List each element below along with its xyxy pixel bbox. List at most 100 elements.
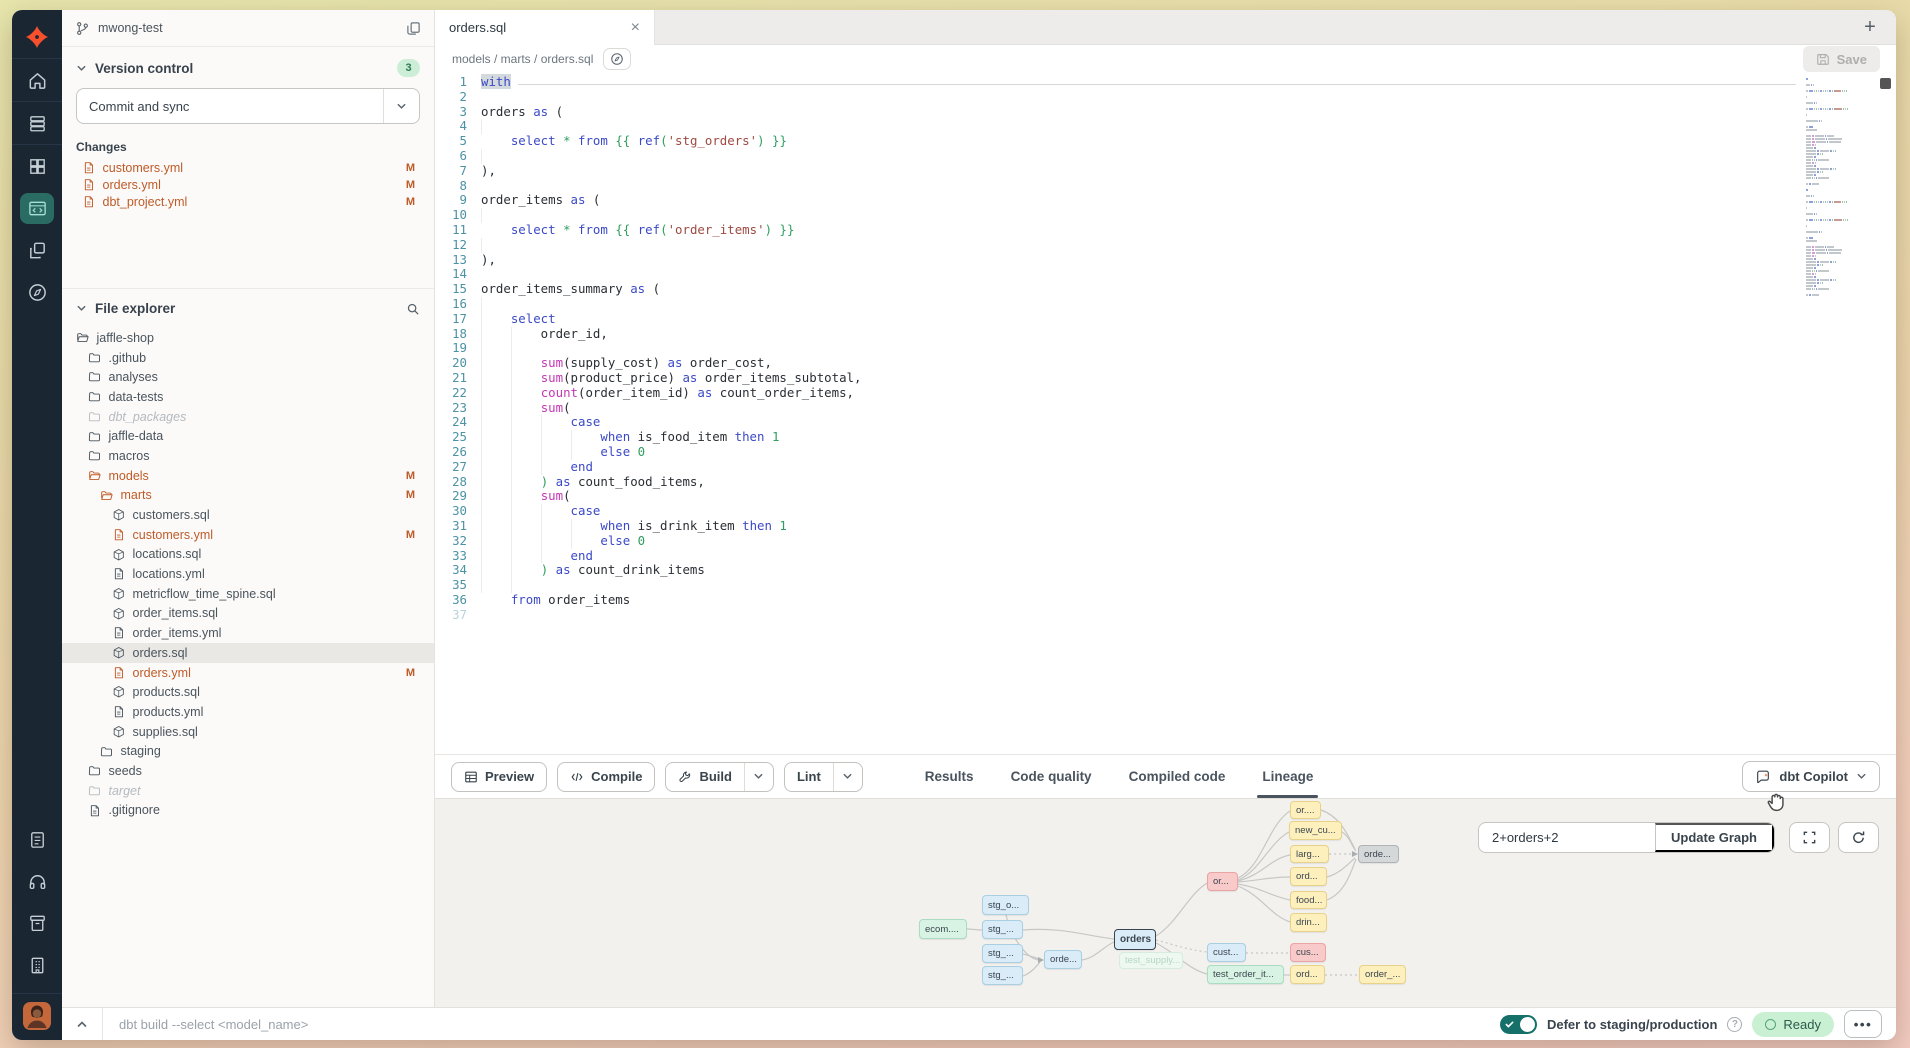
changed-file-dbt_project.yml[interactable]: dbt_project.ymlM: [62, 193, 434, 210]
tree-item-order_items.yml[interactable]: order_items.yml: [62, 623, 434, 643]
tab-compiled-code[interactable]: Compiled code: [1129, 755, 1226, 798]
version-control-header[interactable]: Version control 3: [62, 47, 434, 85]
tree-item-orders.yml[interactable]: orders.ymlM: [62, 663, 434, 683]
refresh-button[interactable]: [1838, 822, 1879, 853]
tree-item-orders.sql[interactable]: orders.sql: [62, 643, 434, 663]
lineage-node-or_pink[interactable]: or...: [1207, 872, 1238, 891]
lineage-node-test_supply[interactable]: test_supply...: [1119, 952, 1183, 969]
expand-command-bar-icon[interactable]: [62, 1008, 102, 1040]
tree-item-marts[interactable]: martsM: [62, 486, 434, 506]
tree-item-target[interactable]: target: [62, 781, 434, 801]
home-icon[interactable]: [12, 59, 62, 101]
lineage-node-cus[interactable]: cus...: [1290, 943, 1326, 962]
tree-item-models[interactable]: modelsM: [62, 466, 434, 486]
compile-button[interactable]: Compile: [557, 762, 655, 792]
lineage-node-ord2[interactable]: ord...: [1290, 965, 1325, 984]
tree-item-products.sql[interactable]: products.sql: [62, 682, 434, 702]
lineage-node-or_top[interactable]: or....: [1290, 801, 1321, 819]
lineage-panel[interactable]: ecom....stg_o...stg_...stg_...stg_...ord…: [435, 798, 1896, 1007]
defer-toggle[interactable]: [1500, 1015, 1537, 1034]
lineage-node-order_[interactable]: order_...: [1359, 965, 1406, 984]
help-icon[interactable]: ?: [1727, 1017, 1742, 1032]
tree-item-.gitignore[interactable]: .gitignore: [62, 801, 434, 821]
lineage-node-food[interactable]: food...: [1290, 891, 1327, 909]
projects-icon[interactable]: [12, 229, 62, 271]
dbt-logo-icon[interactable]: [12, 16, 62, 58]
lineage-node-stg_2[interactable]: stg_...: [982, 944, 1023, 963]
save-button[interactable]: Save: [1803, 46, 1880, 72]
new-tab-button[interactable]: +: [1856, 13, 1884, 41]
tab-code-quality[interactable]: Code quality: [1011, 755, 1092, 798]
tree-item-customers.sql[interactable]: customers.sql: [62, 505, 434, 525]
file-explorer-header[interactable]: File explorer: [62, 289, 434, 324]
open-lineage-icon[interactable]: [603, 48, 631, 70]
tree-item-macros[interactable]: macros: [62, 446, 434, 466]
lineage-node-orders[interactable]: orders: [1114, 929, 1156, 950]
tab-lineage[interactable]: Lineage: [1262, 755, 1313, 798]
copy-branch-icon[interactable]: [406, 21, 421, 36]
tree-item-jaffle-data[interactable]: jaffle-data: [62, 426, 434, 446]
update-graph-button[interactable]: Update Graph: [1655, 823, 1774, 852]
tree-item-dbt_packages[interactable]: dbt_packages: [62, 407, 434, 427]
fullscreen-button[interactable]: [1789, 822, 1830, 853]
explorer-compass-icon[interactable]: [12, 271, 62, 313]
apps-grid-icon[interactable]: [12, 145, 62, 187]
lineage-node-orde_gray[interactable]: orde...: [1358, 845, 1399, 863]
lineage-node-cust[interactable]: cust...: [1207, 943, 1246, 962]
command-input[interactable]: dbt build --select <model_name>: [103, 1017, 308, 1032]
lineage-node-ecom[interactable]: ecom....: [919, 919, 967, 939]
tree-item-staging[interactable]: staging: [62, 741, 434, 761]
lineage-node-stg_1[interactable]: stg_...: [982, 920, 1023, 939]
lint-button[interactable]: Lint: [784, 762, 863, 792]
tree-item-locations.sql[interactable]: locations.sql: [62, 545, 434, 565]
commit-and-sync-label: Commit and sync: [77, 89, 383, 123]
search-icon[interactable]: [406, 302, 420, 316]
lineage-node-stg_3[interactable]: stg_...: [982, 966, 1023, 985]
tree-item-.github[interactable]: .github: [62, 348, 434, 368]
build-dropdown-chevron[interactable]: [744, 763, 773, 791]
minimap[interactable]: [1806, 78, 1870, 299]
checklist-icon[interactable]: [12, 818, 62, 860]
commit-and-sync-dropdown[interactable]: Commit and sync: [76, 88, 420, 124]
code-editor[interactable]: 1with23orders as (45 select * from {{ re…: [435, 73, 1896, 754]
lineage-node-drin[interactable]: drin...: [1290, 913, 1327, 932]
avatar[interactable]: [23, 1002, 51, 1030]
lineage-node-new_cu[interactable]: new_cu...: [1289, 821, 1342, 840]
code-line-3: 3orders as (: [435, 105, 1800, 120]
tree-item-jaffle-shop[interactable]: jaffle-shop: [62, 328, 434, 348]
lineage-node-test_order_it[interactable]: test_order_it...: [1207, 965, 1284, 984]
lint-dropdown-chevron[interactable]: [833, 763, 862, 791]
environments-icon[interactable]: [12, 102, 62, 144]
scrollbar-thumb[interactable]: [1880, 78, 1891, 89]
dbt-copilot-button[interactable]: dbt Copilot: [1742, 761, 1880, 792]
tree-item-supplies.sql[interactable]: supplies.sql: [62, 722, 434, 742]
close-tab-icon[interactable]: ×: [631, 20, 640, 36]
ide-icon-active[interactable]: [12, 187, 62, 229]
tree-item-data-tests[interactable]: data-tests: [62, 387, 434, 407]
resources-icon[interactable]: [12, 902, 62, 944]
tab-results[interactable]: Results: [925, 755, 974, 798]
tree-item-label: analyses: [109, 370, 158, 384]
changed-file-orders.yml[interactable]: orders.ymlM: [62, 176, 434, 193]
more-options-button[interactable]: •••: [1844, 1010, 1882, 1038]
lineage-node-orde_mid[interactable]: orde...: [1044, 950, 1082, 969]
tree-item-locations.yml[interactable]: locations.yml: [62, 564, 434, 584]
organization-icon[interactable]: [12, 944, 62, 986]
commit-dropdown-chevron[interactable]: [383, 89, 419, 123]
preview-button[interactable]: Preview: [451, 762, 547, 792]
build-button[interactable]: Build: [665, 762, 774, 792]
support-headphones-icon[interactable]: [12, 860, 62, 902]
tree-item-seeds[interactable]: seeds: [62, 761, 434, 781]
tab-orders-sql[interactable]: orders.sql ×: [435, 10, 655, 45]
lineage-node-ord1[interactable]: ord...: [1290, 867, 1327, 886]
tree-item-customers.yml[interactable]: customers.ymlM: [62, 525, 434, 545]
tree-item-order_items.sql[interactable]: order_items.sql: [62, 604, 434, 624]
lineage-selector-input[interactable]: 2+orders+2: [1479, 823, 1655, 852]
lineage-node-larg[interactable]: larg...: [1290, 845, 1329, 863]
tree-item-analyses[interactable]: analyses: [62, 367, 434, 387]
changed-file-customers.yml[interactable]: customers.ymlM: [62, 159, 434, 176]
branch-name: mwong-test: [98, 21, 163, 35]
tree-item-metricflow_time_spine.sql[interactable]: metricflow_time_spine.sql: [62, 584, 434, 604]
lineage-node-stg_o[interactable]: stg_o...: [982, 895, 1029, 915]
tree-item-products.yml[interactable]: products.yml: [62, 702, 434, 722]
